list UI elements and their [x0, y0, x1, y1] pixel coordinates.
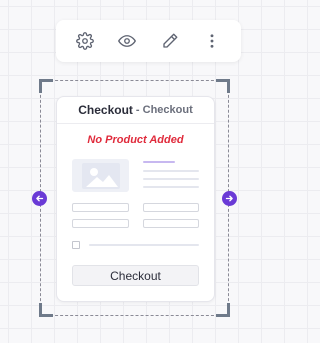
placeholder-line [143, 178, 199, 180]
arrow-right-icon [225, 195, 233, 202]
placeholder-line [143, 170, 199, 172]
resize-handle-bottom-left[interactable] [39, 303, 53, 317]
settings-button[interactable] [71, 27, 99, 55]
empty-cart-message: No Product Added [87, 134, 184, 146]
placeholder-line [143, 186, 199, 188]
placeholder-line [143, 161, 175, 163]
placeholder-line [89, 244, 199, 246]
resize-handle-bottom-right[interactable] [216, 303, 230, 317]
more-options-button[interactable] [198, 27, 226, 55]
pencil-icon [162, 33, 178, 48]
more-vertical-icon [210, 34, 214, 48]
image-placeholder-icon [81, 162, 120, 189]
edit-button[interactable] [156, 27, 184, 55]
terms-checkbox-placeholder [72, 241, 80, 249]
settings-icon [76, 32, 94, 50]
widget-title: Checkout [78, 103, 133, 117]
form-field-placeholder [72, 219, 129, 228]
previous-arrow-button[interactable] [32, 191, 47, 206]
form-field-placeholder [72, 203, 129, 212]
product-image-placeholder [72, 159, 129, 192]
form-field-placeholder [143, 219, 199, 228]
arrow-left-icon [36, 195, 44, 202]
widget-subtitle: - Checkout [135, 104, 193, 116]
resize-handle-top-left[interactable] [39, 79, 53, 93]
form-field-placeholder [143, 203, 199, 212]
eye-icon [118, 35, 137, 47]
resize-handle-top-right[interactable] [216, 79, 230, 93]
widget-selection-frame[interactable]: Checkout - Checkout No Product Added Che… [32, 79, 237, 317]
card-header: Checkout - Checkout [57, 97, 214, 124]
checkout-button[interactable]: Checkout [72, 265, 199, 286]
checkout-widget-card[interactable]: Checkout - Checkout No Product Added Che… [56, 96, 215, 302]
widget-toolbar [56, 20, 241, 62]
next-arrow-button[interactable] [222, 191, 237, 206]
preview-button[interactable] [113, 27, 141, 55]
